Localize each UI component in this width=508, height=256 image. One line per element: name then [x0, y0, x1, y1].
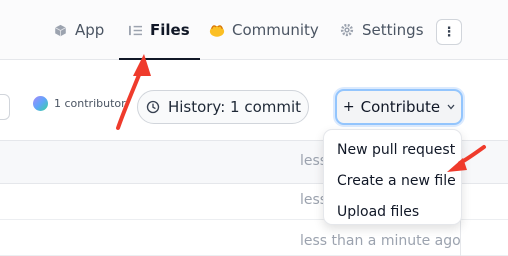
table-row-time: less than a minute ago — [300, 233, 461, 249]
more-options-button[interactable]: ⋮ — [436, 19, 462, 45]
gear-icon — [339, 22, 355, 38]
menu-item-upload-files[interactable]: Upload files — [324, 196, 461, 227]
menu-item-create-new-file[interactable]: Create a new file — [324, 165, 461, 196]
tab-community-label: Community — [232, 21, 319, 39]
files-icon — [127, 22, 143, 38]
tab-app[interactable]: App — [52, 0, 104, 60]
history-clock-icon — [145, 99, 161, 115]
contribute-label: Contribute — [360, 98, 441, 116]
cube-icon — [52, 22, 68, 38]
branch-selector-button[interactable] — [0, 94, 10, 120]
contribute-button[interactable]: + Contribute — [335, 89, 463, 125]
avatar — [33, 96, 48, 111]
repo-nav-bar: App Files Community Settings ⋮ — [0, 0, 508, 60]
tab-settings[interactable]: Settings — [339, 0, 424, 60]
tab-files[interactable]: Files — [119, 0, 200, 60]
history-button[interactable]: History: 1 commit — [137, 90, 309, 124]
tab-app-label: App — [75, 21, 105, 39]
tab-files-label: Files — [150, 21, 190, 39]
menu-item-new-pull-request[interactable]: New pull request — [324, 134, 461, 165]
plus-icon: + — [342, 99, 355, 115]
community-emoji-icon — [209, 22, 225, 38]
contributors-label: 1 contributor — [54, 97, 126, 110]
history-label: History: 1 commit — [167, 98, 302, 116]
contributors-link[interactable]: 1 contributor — [33, 96, 126, 111]
tab-settings-label: Settings — [362, 21, 424, 39]
tab-community[interactable]: Community — [209, 0, 319, 60]
chevron-down-icon — [446, 99, 455, 115]
contribute-dropdown-menu: New pull request Create a new file Uploa… — [323, 129, 462, 225]
